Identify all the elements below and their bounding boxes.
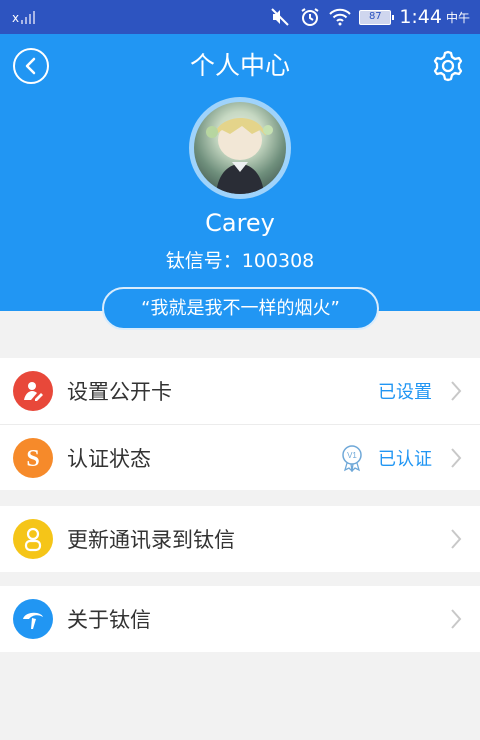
svg-text:S: S (26, 446, 39, 471)
signal-indicator: x (12, 10, 36, 25)
menu-group-account: 设置公开卡 已设置 S 认证状态 V1 已认证 (0, 358, 480, 490)
menu-label: 设置公开卡 (67, 380, 172, 404)
menu-label: 更新通讯录到钛信 (67, 528, 235, 552)
avatar-illustration (206, 117, 273, 194)
gear-icon (433, 50, 463, 82)
chevron-right-icon (450, 380, 464, 402)
wifi-icon (329, 6, 352, 28)
menu-label: 认证状态 (67, 446, 151, 471)
status-time: 1:44 (399, 6, 442, 28)
v1-badge-icon: V1 (340, 444, 364, 472)
profile-header: 个人中心 Carey 钛信号：100308 “我就是我不一样的烟火” (0, 34, 480, 330)
menu-row-update-contacts[interactable]: 更新通讯录到钛信 (0, 506, 480, 572)
signal-bars-icon (21, 10, 36, 24)
username: Carey (205, 209, 275, 237)
page-title: 个人中心 (189, 51, 290, 80)
badge-text: V1 (347, 451, 357, 460)
mute-icon (269, 6, 291, 28)
status-ampm: 中午 (445, 10, 470, 25)
chevron-right-icon (450, 528, 464, 550)
menu-value: 已认证 (378, 448, 432, 470)
menu-label: 关于钛信 (67, 608, 151, 632)
s-certification-icon: S (13, 437, 53, 478)
battery-icon: 87 (359, 9, 395, 25)
menu-row-certification[interactable]: S 认证状态 V1 已认证 (0, 424, 480, 490)
avatar-ring[interactable] (189, 97, 291, 199)
menu-group-contacts: 更新通讯录到钛信 (0, 506, 480, 572)
account-id: 钛信号：100308 (165, 250, 315, 272)
settings-button[interactable] (430, 48, 466, 84)
menu-row-about[interactable]: 关于钛信 (0, 586, 480, 652)
person-card-icon (13, 371, 53, 411)
alarm-icon (299, 6, 321, 28)
chevron-right-icon (450, 447, 464, 469)
menu-row-public-card[interactable]: 设置公开卡 已设置 (0, 358, 480, 424)
chevron-right-icon (450, 608, 464, 630)
about-logo-icon (13, 599, 53, 639)
signature-bubble[interactable]: “我就是我不一样的烟火” (102, 287, 379, 330)
no-signal-label: x (12, 11, 20, 25)
status-bar: x 87 1:44 中午 (0, 0, 480, 34)
avatar[interactable] (194, 102, 286, 194)
contact-person-icon (13, 519, 53, 559)
menu-group-about: 关于钛信 (0, 586, 480, 652)
menu-value: 已设置 (378, 382, 432, 403)
